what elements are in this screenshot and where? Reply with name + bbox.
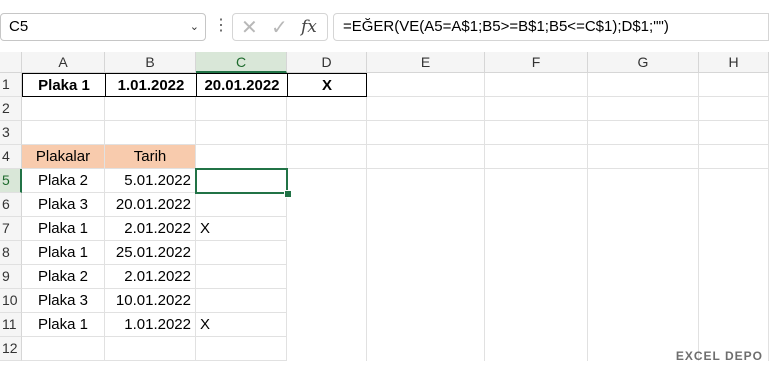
row-header-7[interactable]: 7 — [0, 217, 22, 241]
cell-a11[interactable]: Plaka 1 — [22, 313, 105, 337]
column-header-f[interactable]: F — [485, 52, 588, 73]
row-header-2[interactable]: 2 — [0, 97, 22, 121]
cell-b1[interactable]: 1.01.2022 — [105, 73, 197, 97]
row-header-12[interactable]: 12 — [0, 337, 22, 361]
row-header-4[interactable]: 4 — [0, 145, 22, 169]
cell-d4[interactable] — [287, 145, 367, 169]
cell-b5[interactable]: 5.01.2022 — [105, 169, 196, 193]
more-options-icon[interactable]: ⋮ — [213, 14, 229, 40]
cell-h1[interactable] — [699, 73, 769, 97]
formula-input[interactable]: =EĞER(VE(A5=A$1;B5>=B$1;B5<=C$1);D$1;"") — [333, 13, 769, 41]
cell-c11[interactable]: X — [196, 313, 287, 337]
cell-d3[interactable] — [287, 121, 367, 145]
column-g-empty-area[interactable] — [588, 169, 699, 361]
cell-c2[interactable] — [196, 97, 287, 121]
cell-a4[interactable]: Plakalar — [22, 145, 105, 169]
cell-c4[interactable] — [196, 145, 287, 169]
spreadsheet-grid: A B C D E F G H 1 2 3 4 5 6 7 8 9 10 11 … — [0, 52, 769, 365]
row-header-9[interactable]: 9 — [0, 265, 22, 289]
formula-text: =EĞER(VE(A5=A$1;B5>=B$1;B5<=C$1);D$1;"") — [343, 18, 669, 35]
check-icon[interactable]: ✓ — [271, 15, 288, 40]
cell-d2[interactable] — [287, 97, 367, 121]
cell-e3[interactable] — [367, 121, 485, 145]
row-header-11[interactable]: 11 — [0, 313, 22, 337]
cell-a3[interactable] — [22, 121, 105, 145]
formula-bar: C5 ⌄ ⋮ ✕ ✓ fx =EĞER(VE(A5=A$1;B5>=B$1;B5… — [0, 0, 769, 52]
column-f-empty-area[interactable] — [485, 169, 588, 361]
cell-g3[interactable] — [588, 121, 699, 145]
cell-f1[interactable] — [485, 73, 588, 97]
cell-c3[interactable] — [196, 121, 287, 145]
watermark-logo: EXCEL DEPO — [675, 349, 763, 363]
row-header-5[interactable]: 5 — [0, 169, 22, 193]
column-h-empty-area[interactable] — [699, 169, 769, 361]
cell-b8[interactable]: 25.01.2022 — [105, 241, 196, 265]
formula-buttons: ✕ ✓ fx — [232, 13, 328, 41]
cell-f4[interactable] — [485, 145, 588, 169]
cancel-icon[interactable]: ✕ — [241, 15, 258, 40]
cell-c1[interactable]: 20.01.2022 — [196, 73, 288, 97]
row-header-6[interactable]: 6 — [0, 193, 22, 217]
cell-b3[interactable] — [105, 121, 196, 145]
cell-a1[interactable]: Plaka 1 — [22, 73, 106, 97]
cell-a8[interactable]: Plaka 1 — [22, 241, 105, 265]
cell-a9[interactable]: Plaka 2 — [22, 265, 105, 289]
column-header-g[interactable]: G — [588, 52, 699, 73]
cell-a2[interactable] — [22, 97, 105, 121]
fill-handle[interactable] — [284, 190, 292, 198]
cell-b11[interactable]: 1.01.2022 — [105, 313, 196, 337]
column-header-h[interactable]: H — [699, 52, 769, 73]
cell-c6[interactable] — [196, 193, 287, 217]
column-header-d[interactable]: D — [287, 52, 367, 73]
cell-e4[interactable] — [367, 145, 485, 169]
column-header-e[interactable]: E — [367, 52, 485, 73]
name-box-value: C5 — [9, 18, 29, 35]
cell-a7[interactable]: Plaka 1 — [22, 217, 105, 241]
column-header-a[interactable]: A — [22, 52, 105, 73]
cell-b12[interactable] — [105, 337, 196, 361]
cell-h4[interactable] — [699, 145, 769, 169]
cell-b7[interactable]: 2.01.2022 — [105, 217, 196, 241]
cell-e1[interactable] — [367, 73, 485, 97]
column-header-c[interactable]: C — [196, 52, 287, 73]
chevron-down-icon[interactable]: ⌄ — [190, 20, 199, 33]
cell-e2[interactable] — [367, 97, 485, 121]
active-cell-outline — [195, 168, 288, 194]
cell-c8[interactable] — [196, 241, 287, 265]
row-header-10[interactable]: 10 — [0, 289, 22, 313]
cell-b10[interactable]: 10.01.2022 — [105, 289, 196, 313]
name-box[interactable]: C5 ⌄ — [0, 13, 206, 41]
select-all-corner[interactable] — [0, 52, 22, 73]
cell-c9[interactable] — [196, 265, 287, 289]
cell-a12[interactable] — [22, 337, 105, 361]
cell-b2[interactable] — [105, 97, 196, 121]
column-e-empty-area[interactable] — [367, 169, 485, 361]
cell-b6[interactable]: 20.01.2022 — [105, 193, 196, 217]
cell-b4[interactable]: Tarih — [105, 145, 196, 169]
cell-g4[interactable] — [588, 145, 699, 169]
row-header-1[interactable]: 1 — [0, 73, 22, 97]
cell-c12[interactable] — [196, 337, 287, 361]
row-header-8[interactable]: 8 — [0, 241, 22, 265]
cell-a5[interactable]: Plaka 2 — [22, 169, 105, 193]
cell-a6[interactable]: Plaka 3 — [22, 193, 105, 217]
cell-d1[interactable]: X — [287, 73, 367, 97]
cell-c10[interactable] — [196, 289, 287, 313]
cell-h3[interactable] — [699, 121, 769, 145]
cell-h2[interactable] — [699, 97, 769, 121]
cell-f2[interactable] — [485, 97, 588, 121]
cell-f3[interactable] — [485, 121, 588, 145]
cell-g1[interactable] — [588, 73, 699, 97]
cell-g2[interactable] — [588, 97, 699, 121]
column-header-b[interactable]: B — [105, 52, 196, 73]
insert-function-icon[interactable]: fx — [301, 17, 317, 37]
cell-c7[interactable]: X — [196, 217, 287, 241]
cell-b9[interactable]: 2.01.2022 — [105, 265, 196, 289]
row-header-3[interactable]: 3 — [0, 121, 22, 145]
column-d-empty-area[interactable] — [287, 169, 367, 361]
cell-a10[interactable]: Plaka 3 — [22, 289, 105, 313]
